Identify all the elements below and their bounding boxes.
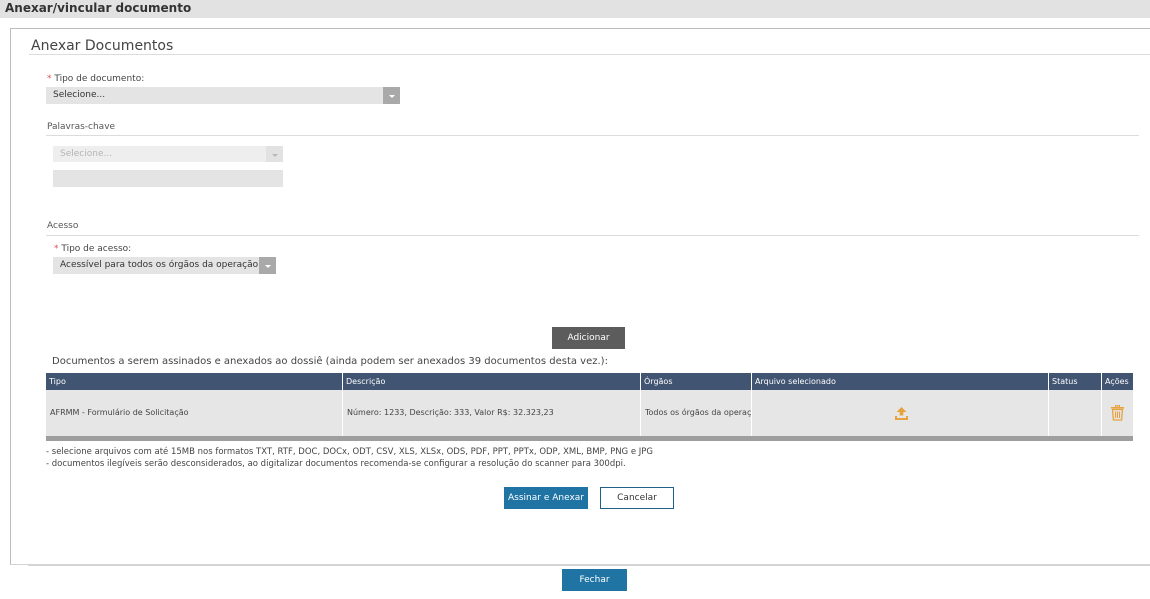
window-title: Anexar/vincular documento — [5, 1, 192, 15]
cell-orgaos: Todos os órgãos da operação — [640, 390, 751, 436]
cell-tipo: AFRMM - Formulário de Solicitação — [50, 408, 189, 417]
chevron-down-icon[interactable] — [259, 257, 276, 274]
window-titlebar: Anexar/vincular documento — [0, 0, 1150, 18]
tipo-documento-label: * Tipo de documento: — [47, 74, 144, 84]
column-header-status[interactable]: Status — [1048, 373, 1101, 390]
tipo-acesso-label-text: Tipo de acesso: — [61, 244, 132, 254]
tipo-acesso-select[interactable]: Acessível para todos os órgãos da operaç… — [53, 257, 276, 274]
column-header-acoes: Ações — [1101, 373, 1133, 390]
required-mark: * — [54, 244, 59, 254]
cell-descricao: Número: 1233, Descrição: 333, Valor R$: … — [342, 390, 640, 436]
column-header-orgaos[interactable]: Órgãos — [640, 373, 751, 390]
table-header: Tipo Descrição Órgãos Arquivo selecionad… — [46, 373, 1133, 390]
tipo-documento-label-text: Tipo de documento: — [54, 74, 145, 84]
panel-title: Anexar Documentos — [31, 38, 174, 54]
tipo-acesso-label: * Tipo de acesso: — [54, 244, 131, 254]
file-format-note: - selecione arquivos com até 15MB nos fo… — [46, 447, 653, 457]
cell-acoes — [1101, 390, 1133, 436]
palavras-chave-input[interactable] — [53, 170, 283, 187]
attach-documents-panel: Anexar Documentos — [10, 28, 1150, 565]
palavras-chave-select[interactable]: Selecione... — [53, 146, 283, 162]
tipo-documento-value: Selecione... — [53, 90, 106, 100]
table-row: AFRMM - Formulário de Solicitação Número… — [46, 390, 1133, 436]
tipo-acesso-value: Acessível para todos os órgãos da operaç… — [60, 260, 259, 270]
tipo-documento-select[interactable]: Selecione... — [46, 87, 400, 104]
cell-status — [1048, 390, 1101, 436]
cancel-button[interactable]: Cancelar — [600, 487, 674, 509]
column-header-tipo[interactable]: Tipo — [46, 373, 342, 390]
chevron-down-icon[interactable] — [266, 146, 283, 162]
illegible-docs-note: - documentos ilegíveis serão desconsider… — [46, 459, 626, 469]
table-bottom-scrollbar[interactable] — [46, 436, 1133, 441]
column-header-arquivo[interactable]: Arquivo selecionado — [751, 373, 1048, 390]
upload-icon[interactable] — [894, 406, 909, 421]
close-button[interactable]: Fechar — [562, 569, 627, 591]
add-button[interactable]: Adicionar — [552, 327, 625, 349]
palavras-chave-section-label: Palavras-chave — [47, 122, 116, 132]
chevron-down-icon[interactable] — [383, 87, 400, 104]
documents-caption: Documentos a serem assinados e anexados … — [52, 356, 608, 367]
palavras-chave-placeholder: Selecione... — [60, 149, 113, 159]
required-mark: * — [47, 74, 52, 84]
column-header-descricao[interactable]: Descrição — [342, 373, 640, 390]
cell-arquivo — [751, 390, 1048, 436]
palavras-chave-divider — [46, 135, 1139, 136]
acesso-divider — [46, 235, 1139, 236]
acesso-section-label: Acesso — [47, 221, 79, 231]
trash-icon[interactable] — [1110, 405, 1125, 421]
footer-divider — [28, 565, 1150, 566]
sign-and-attach-button[interactable]: Assinar e Anexar — [504, 487, 588, 509]
panel-title-divider — [29, 54, 1150, 55]
